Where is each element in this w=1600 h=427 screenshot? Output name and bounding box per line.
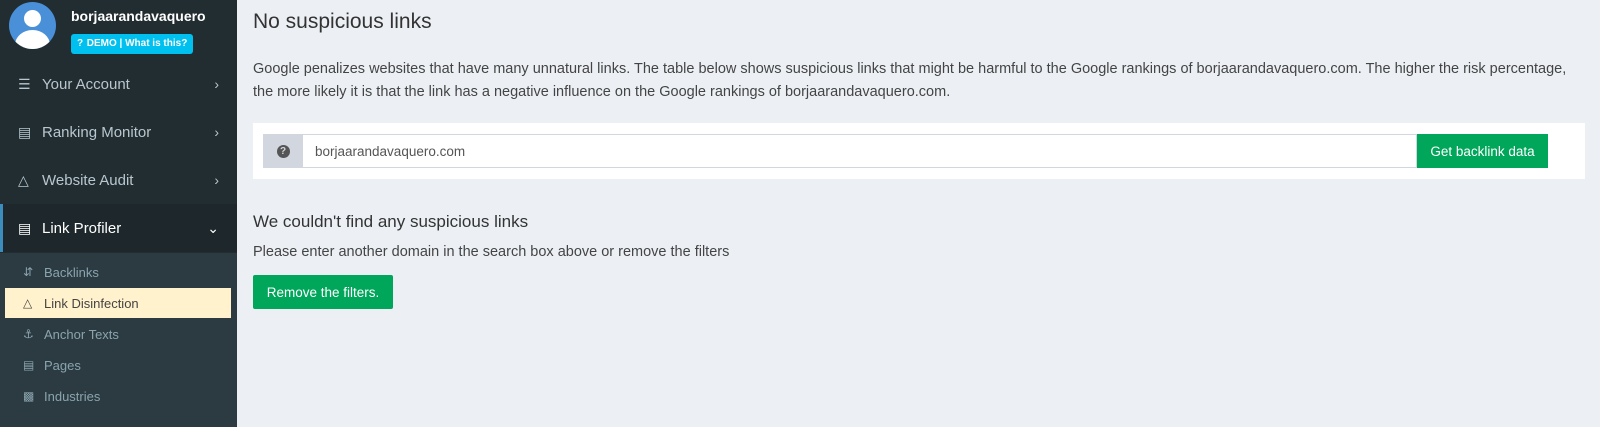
sidebar: borjaarandavaquero ? DEMO | What is this… (0, 0, 237, 427)
get-backlink-data-button[interactable]: Get backlink data (1417, 134, 1548, 168)
page-title: No suspicious links (253, 10, 432, 33)
submenu-industries[interactable]: ▩ Industries (5, 381, 231, 411)
nav-ranking-monitor[interactable]: ▤ Ranking Monitor › (0, 108, 237, 156)
intro-text: Google penalizes websites that have many… (253, 61, 1567, 100)
flask-icon: △ (18, 171, 29, 188)
submenu-anchor-texts[interactable]: ⚓ Anchor Texts (5, 319, 231, 349)
username: borjaarandavaquero (71, 8, 206, 24)
main-content: No suspicious links Google penalizes web… (237, 0, 1600, 427)
help-addon[interactable]: ? (263, 134, 303, 168)
nav-your-account[interactable]: ☰ Your Account › (0, 60, 237, 108)
result-heading: We couldn't find any suspicious links (253, 212, 529, 231)
sort-icon: ⇵ (23, 265, 34, 279)
result-text: Please enter another domain in the searc… (253, 244, 730, 260)
question-circle-icon: ? (77, 38, 84, 49)
list-icon: ☰ (18, 75, 31, 92)
anchor-icon: ⚓ (23, 327, 34, 341)
demo-badge[interactable]: ? DEMO | What is this? (71, 34, 194, 54)
user-avatar-icon[interactable] (9, 2, 56, 49)
chevron-down-icon: ⌄ (207, 219, 219, 236)
chevron-right-icon: › (214, 172, 219, 188)
nav-website-audit[interactable]: △ Website Audit › (0, 156, 237, 204)
building-icon: ▩ (23, 389, 35, 403)
bar-chart-icon: ▤ (18, 219, 32, 236)
question-icon: ? (276, 144, 290, 158)
flask-icon: △ (23, 296, 33, 310)
link-profiler-submenu: ⇵ Backlinks △ Link Disinfection ⚓ Anchor… (0, 253, 237, 427)
submenu-link-disinfection[interactable]: △ Link Disinfection (5, 288, 231, 318)
chevron-right-icon: › (214, 76, 219, 92)
nav-link-profiler[interactable]: ▤ Link Profiler ⌄ (0, 204, 237, 252)
chevron-right-icon: › (214, 124, 219, 140)
bar-chart-icon: ▤ (18, 123, 32, 140)
file-icon: ▤ (23, 358, 35, 372)
user-panel: borjaarandavaquero ? DEMO | What is this… (0, 0, 237, 60)
search-box: ? Get backlink data (253, 123, 1585, 179)
remove-filters-button[interactable]: Remove the filters. (253, 275, 393, 309)
submenu-backlinks[interactable]: ⇵ Backlinks (5, 257, 231, 287)
submenu-pages[interactable]: ▤ Pages (5, 350, 231, 380)
domain-input[interactable] (303, 134, 1417, 168)
